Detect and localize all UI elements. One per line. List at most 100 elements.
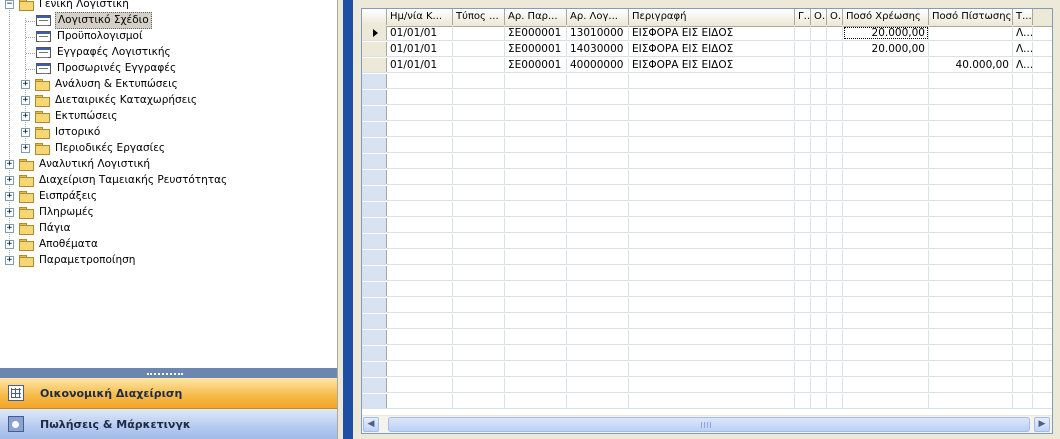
- expand-icon[interactable]: +: [21, 144, 30, 153]
- table-cell[interactable]: [795, 218, 811, 232]
- empty-row[interactable]: [362, 298, 1052, 313]
- table-cell[interactable]: [843, 298, 929, 312]
- table-cell[interactable]: [629, 90, 795, 104]
- row-selector[interactable]: [362, 42, 387, 56]
- table-cell[interactable]: [811, 42, 827, 56]
- table-cell[interactable]: [1013, 106, 1033, 120]
- table-cell[interactable]: [629, 266, 795, 280]
- table-cell[interactable]: [827, 58, 843, 72]
- table-cell[interactable]: [811, 362, 827, 376]
- row-selector[interactable]: [362, 218, 387, 232]
- table-cell[interactable]: [567, 298, 629, 312]
- table-cell[interactable]: Λ...: [1013, 42, 1033, 56]
- table-cell[interactable]: [567, 250, 629, 264]
- table-cell[interactable]: [387, 282, 453, 296]
- table-cell[interactable]: [629, 298, 795, 312]
- table-cell[interactable]: [843, 202, 929, 216]
- table-cell[interactable]: [1013, 122, 1033, 136]
- table-cell[interactable]: [453, 234, 505, 248]
- table-cell[interactable]: [387, 74, 453, 88]
- table-cell[interactable]: [387, 186, 453, 200]
- table-cell[interactable]: [843, 234, 929, 248]
- table-cell[interactable]: [629, 234, 795, 248]
- table-cell[interactable]: [811, 202, 827, 216]
- scroll-left-button[interactable]: ◀: [363, 417, 379, 432]
- table-cell[interactable]: [929, 186, 1013, 200]
- table-cell[interactable]: ΕΙΣΦΟΡΑ ΕΙΣ ΕΙΔΟΣ: [629, 58, 795, 72]
- table-cell[interactable]: [1013, 250, 1033, 264]
- empty-row[interactable]: [362, 90, 1052, 105]
- table-cell[interactable]: [629, 186, 795, 200]
- table-cell[interactable]: [453, 74, 505, 88]
- table-cell[interactable]: [811, 58, 827, 72]
- table-cell[interactable]: [387, 298, 453, 312]
- table-cell[interactable]: 01/01/01: [387, 26, 453, 40]
- table-cell[interactable]: [811, 90, 827, 104]
- table-cell[interactable]: [827, 234, 843, 248]
- table-cell[interactable]: [811, 298, 827, 312]
- row-selector[interactable]: [362, 282, 387, 296]
- tree-item[interactable]: − Γενική Λογιστική: [5, 0, 131, 12]
- table-cell[interactable]: [827, 186, 843, 200]
- tree-item[interactable]: Λογιστικό Σχέδιο: [36, 12, 152, 29]
- table-cell[interactable]: [929, 378, 1013, 392]
- table-cell[interactable]: [827, 90, 843, 104]
- table-cell[interactable]: [629, 362, 795, 376]
- journal-grid[interactable]: Ημ/νία Κ... Τύπος ... Αρ. Παρ... Αρ. Λογ...…: [361, 8, 1053, 434]
- row-selector[interactable]: [362, 106, 387, 120]
- table-cell[interactable]: 13010000: [567, 26, 629, 40]
- row-selector[interactable]: [362, 330, 387, 344]
- tree-item[interactable]: + Περιοδικές Εργασίες: [21, 141, 167, 156]
- tree-item[interactable]: + Πάγια: [5, 221, 73, 236]
- table-cell[interactable]: [843, 122, 929, 136]
- column-header[interactable]: Ο...: [827, 9, 843, 25]
- table-cell[interactable]: [629, 250, 795, 264]
- table-cell[interactable]: [1013, 90, 1033, 104]
- table-cell[interactable]: [929, 346, 1013, 360]
- table-cell[interactable]: [929, 42, 1013, 56]
- empty-row[interactable]: [362, 218, 1052, 233]
- table-cell[interactable]: [795, 170, 811, 184]
- row-selector[interactable]: [362, 266, 387, 280]
- tree-item[interactable]: Προϋπολογισμοί: [36, 29, 145, 44]
- table-cell[interactable]: [505, 218, 567, 232]
- table-cell[interactable]: [567, 170, 629, 184]
- row-selector[interactable]: [362, 362, 387, 376]
- row-selector[interactable]: [362, 170, 387, 184]
- row-selector[interactable]: [362, 58, 387, 72]
- table-cell[interactable]: [629, 74, 795, 88]
- column-header[interactable]: Γ...: [795, 9, 811, 25]
- table-cell[interactable]: [929, 250, 1013, 264]
- table-cell[interactable]: [567, 394, 629, 408]
- table-cell[interactable]: [795, 186, 811, 200]
- table-cell[interactable]: [795, 250, 811, 264]
- table-cell[interactable]: [387, 250, 453, 264]
- table-cell[interactable]: [827, 394, 843, 408]
- table-cell[interactable]: Λ...: [1013, 26, 1033, 40]
- table-cell[interactable]: [811, 186, 827, 200]
- table-cell[interactable]: [827, 346, 843, 360]
- table-cell[interactable]: [929, 74, 1013, 88]
- row-selector[interactable]: [362, 378, 387, 392]
- expand-icon[interactable]: +: [5, 160, 14, 169]
- table-cell[interactable]: [387, 378, 453, 392]
- expand-icon[interactable]: +: [21, 96, 30, 105]
- table-cell[interactable]: [843, 362, 929, 376]
- empty-row[interactable]: [362, 106, 1052, 121]
- table-cell[interactable]: [929, 218, 1013, 232]
- table-cell[interactable]: [387, 394, 453, 408]
- nav-button-sales[interactable]: Πωλήσεις & Μάρκετινγκ: [0, 409, 337, 439]
- table-cell[interactable]: [827, 26, 843, 40]
- table-cell[interactable]: [453, 250, 505, 264]
- table-cell[interactable]: [567, 186, 629, 200]
- table-cell[interactable]: [453, 266, 505, 280]
- table-cell[interactable]: [1013, 282, 1033, 296]
- table-cell[interactable]: [453, 106, 505, 120]
- expand-icon[interactable]: +: [5, 240, 14, 249]
- row-selector[interactable]: [362, 394, 387, 408]
- table-cell[interactable]: [387, 154, 453, 168]
- table-cell[interactable]: [505, 90, 567, 104]
- table-cell[interactable]: [453, 42, 505, 56]
- column-header[interactable]: Τ...: [1013, 9, 1033, 25]
- tree-item[interactable]: + Ιστορικό: [21, 125, 102, 140]
